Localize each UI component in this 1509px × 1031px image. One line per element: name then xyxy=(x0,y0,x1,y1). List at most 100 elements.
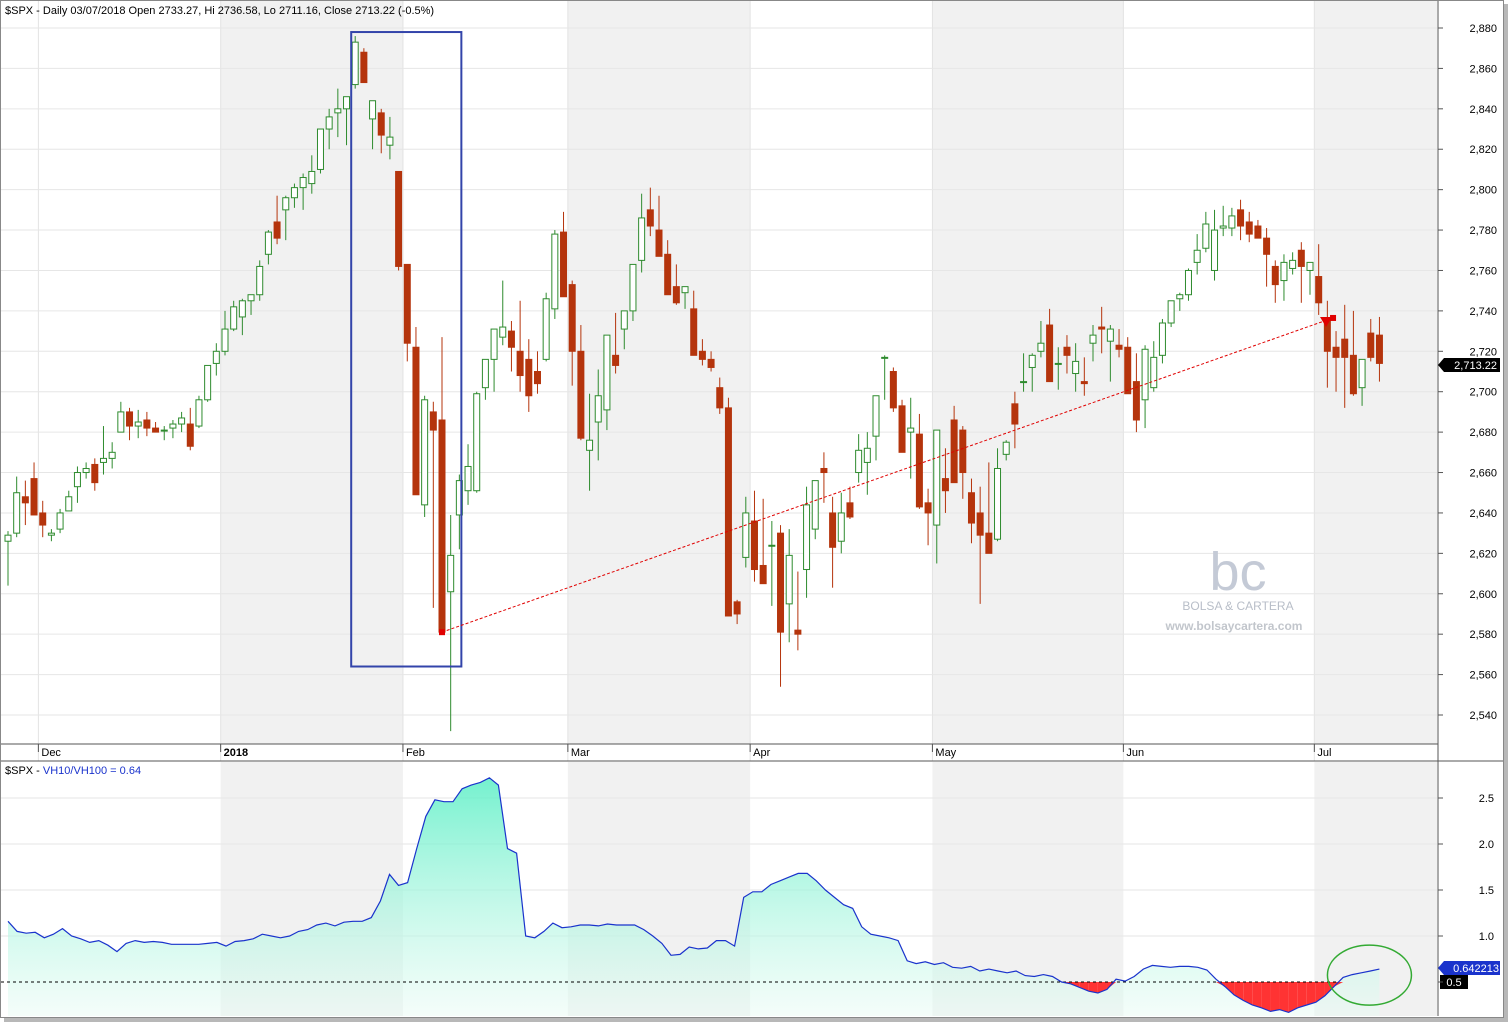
candle-up xyxy=(290,187,298,199)
candle-up xyxy=(481,358,489,389)
date-tick-label: Jul xyxy=(1317,747,1331,759)
candle-down xyxy=(533,371,541,385)
candle-down xyxy=(152,427,160,433)
candle-up xyxy=(1037,342,1045,352)
candle-up xyxy=(212,350,220,364)
indicator-negative-fill xyxy=(1270,982,1280,1012)
candle-up xyxy=(603,334,611,411)
candle-up xyxy=(1150,356,1158,389)
candle-up xyxy=(221,328,229,352)
candle-down xyxy=(143,419,151,429)
candle-up xyxy=(473,393,481,492)
candle-down xyxy=(672,286,680,304)
candle-down xyxy=(377,112,385,136)
indicator-negative-fill xyxy=(1288,982,1298,1013)
candle-up xyxy=(803,504,811,571)
candle-up xyxy=(316,128,324,170)
candle-up xyxy=(82,467,90,474)
price-tick-label: 2,700 xyxy=(1469,387,1497,399)
candle-down xyxy=(1332,346,1340,358)
candle-up xyxy=(447,554,455,593)
candle-up xyxy=(195,399,203,427)
candle-down xyxy=(959,429,967,474)
candle-up xyxy=(881,356,889,359)
candle-up xyxy=(1054,362,1062,365)
candle-down xyxy=(985,532,993,554)
price-tick-label: 2,580 xyxy=(1469,629,1497,641)
price-tick-label: 2,860 xyxy=(1469,63,1497,75)
candle-up xyxy=(264,231,272,255)
candle-down xyxy=(655,229,663,257)
watermark-name: BOLSA & CARTERA xyxy=(1182,599,1293,613)
price-tick-label: 2,720 xyxy=(1469,346,1497,358)
candle-up xyxy=(542,298,550,360)
indicator-negative-fill xyxy=(1306,982,1316,1005)
candle-down xyxy=(924,502,932,514)
price-tick-label: 2,540 xyxy=(1469,710,1497,722)
indicator-negative-fill xyxy=(1279,982,1289,1013)
candle-up xyxy=(872,395,880,437)
candle-up xyxy=(325,116,333,130)
candle-up xyxy=(4,534,12,542)
candle-up xyxy=(1306,261,1314,271)
candle-down xyxy=(724,407,732,617)
candle-up xyxy=(204,364,212,401)
candle-up xyxy=(369,100,377,120)
candle-down xyxy=(560,231,568,298)
candle-up xyxy=(1158,322,1166,356)
candle-up xyxy=(907,427,915,433)
candle-down xyxy=(91,463,99,484)
candle-down xyxy=(976,512,984,536)
candle-up xyxy=(169,423,177,429)
candle-up xyxy=(108,451,116,459)
candle-up xyxy=(742,512,750,558)
month-shade-main xyxy=(567,1,751,744)
watermark-logo: bc xyxy=(1209,542,1266,602)
candle-up xyxy=(1106,328,1114,342)
candle-up xyxy=(1072,360,1080,375)
candle-up xyxy=(863,447,871,463)
candle-down xyxy=(915,433,923,508)
candle-up xyxy=(299,177,307,189)
date-tick-label: Apr xyxy=(753,747,770,759)
candle-down xyxy=(186,423,194,447)
indicator-tick-label: 2.5 xyxy=(1479,793,1494,805)
candle-up xyxy=(1020,381,1028,384)
candle-up xyxy=(13,492,21,534)
price-tick-label: 2,560 xyxy=(1469,670,1497,682)
price-tick-label: 2,760 xyxy=(1469,265,1497,277)
price-tick-label: 2,880 xyxy=(1469,23,1497,35)
candle-down xyxy=(1254,225,1262,239)
candle-down xyxy=(750,520,758,571)
candle-up xyxy=(65,496,73,512)
candle-down xyxy=(1098,326,1106,330)
candle-up xyxy=(343,96,351,110)
candle-down xyxy=(429,411,437,431)
candle-down xyxy=(967,492,975,524)
candle-up xyxy=(629,263,637,312)
candle-up xyxy=(282,197,290,211)
candle-down xyxy=(1341,338,1349,358)
candle-down xyxy=(1263,237,1271,255)
candle-down xyxy=(1315,276,1323,304)
candle-down xyxy=(733,601,741,615)
indicator-negative-fill xyxy=(1297,982,1307,1008)
indicator-tick-label: 1.0 xyxy=(1479,931,1494,943)
price-tick-label: 2,820 xyxy=(1469,144,1497,156)
candle-up xyxy=(351,41,359,86)
candle-down xyxy=(1063,346,1071,356)
candle-up xyxy=(73,472,81,488)
price-tick-label: 2,740 xyxy=(1469,306,1497,318)
candle-down xyxy=(438,419,446,633)
candle-up xyxy=(1176,294,1184,300)
candle-up xyxy=(160,429,168,432)
candle-down xyxy=(1297,249,1305,267)
candle-down xyxy=(126,411,134,427)
candle-down xyxy=(707,358,715,368)
candle-down xyxy=(21,496,29,504)
candle-up xyxy=(99,457,107,463)
candle-up xyxy=(308,170,316,185)
candle-up xyxy=(47,532,55,536)
month-shade-main xyxy=(932,1,1124,744)
date-tick-label: Dec xyxy=(41,747,61,759)
